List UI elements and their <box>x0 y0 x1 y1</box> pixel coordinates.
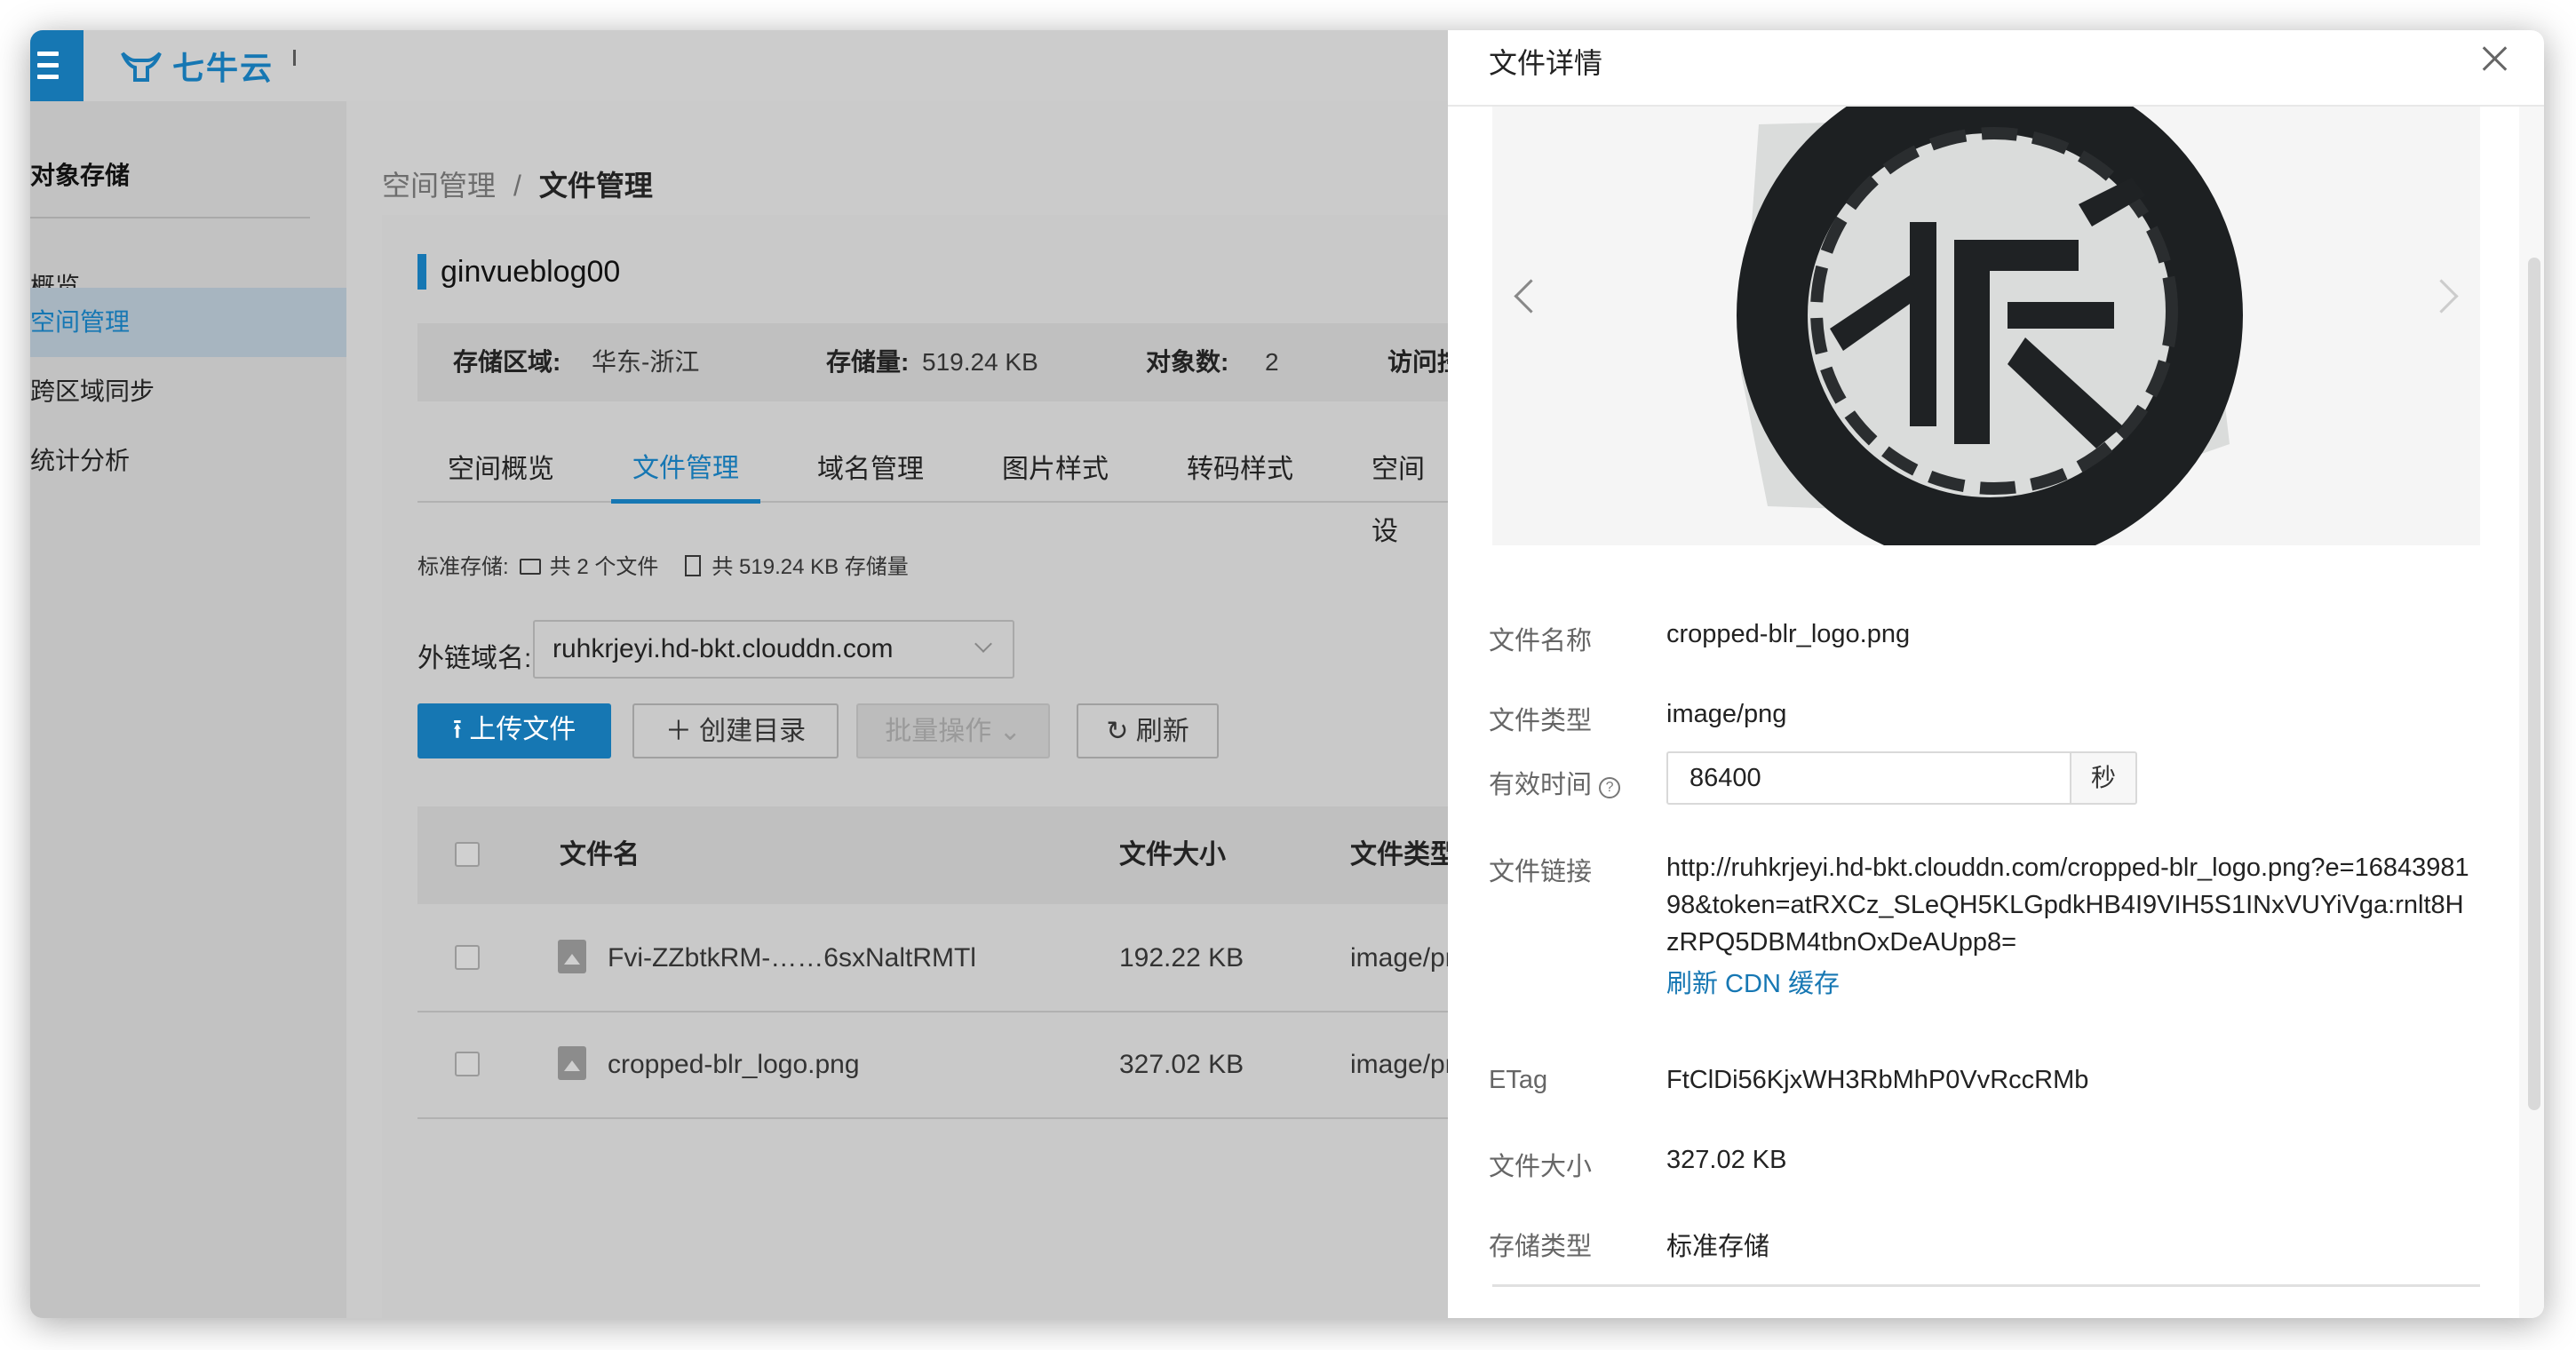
tab-image-styles[interactable]: 图片样式 <box>981 439 1130 501</box>
chevron-down-icon: ⌄ <box>991 717 1022 746</box>
storage-type-value: 标准存储 <box>1666 1233 1770 1261</box>
sidebar-item-cross-region-sync[interactable]: 跨区域同步 <box>30 357 346 426</box>
folder-icon <box>519 559 541 575</box>
refresh-button[interactable]: ↻ 刷新 <box>1077 703 1219 758</box>
refresh-cdn-cache-link[interactable]: 刷新 CDN 缓存 <box>1666 963 1840 1000</box>
sidebar-item-statistics[interactable]: 统计分析 <box>30 426 346 496</box>
ttl-label-text: 有效时间 <box>1489 771 1593 799</box>
drawer-title: 文件详情 <box>1489 47 1603 79</box>
storage-value: 519.24 KB <box>922 348 1038 376</box>
image-file-icon <box>558 1046 586 1080</box>
breadcrumb-separator: / <box>513 170 521 202</box>
row-filesize: 192.22 KB <box>1119 943 1244 973</box>
file-type-label: 文件类型 <box>1489 707 1593 735</box>
storage-icon <box>685 555 702 576</box>
table-row[interactable]: Fvi-ZZbtkRM-……6sxNaltRMTl 192.22 KB imag… <box>417 906 1475 1012</box>
header-filetype: 文件类型 <box>1350 840 1457 870</box>
bucket-tabs: 空间概览 文件管理 域名管理 图片样式 转码样式 空间设 <box>417 439 1448 546</box>
row-filesize: 327.02 KB <box>1119 1050 1244 1079</box>
breadcrumb-parent[interactable]: 空间管理 <box>382 170 496 202</box>
region-label: 存储区域: <box>453 348 561 376</box>
upload-icon: ⭱ <box>452 715 470 744</box>
ttl-input[interactable]: 86400 <box>1666 751 2071 805</box>
header-filesize: 文件大小 <box>1119 840 1226 870</box>
file-link-value[interactable]: http://ruhkrjeyi.hd-bkt.clouddn.com/crop… <box>1666 849 2475 961</box>
objects-label: 对象数: <box>1146 348 1229 376</box>
menu-icon[interactable] <box>30 30 83 101</box>
create-directory-label: 创建目录 <box>699 717 807 746</box>
file-table-header: 文件名 文件大小 文件类型 <box>417 806 1457 904</box>
ttl-unit: 秒 <box>2070 751 2137 805</box>
file-type-value: image/png <box>1666 700 1787 728</box>
scrollbar-thumb[interactable] <box>2528 258 2540 1110</box>
objects-value: 2 <box>1265 348 1279 376</box>
row-checkbox[interactable] <box>455 945 480 970</box>
domain-select-value: ruhkrjeyi.hd-bkt.clouddn.com <box>553 634 894 663</box>
breadcrumb: 空间管理 / 文件管理 <box>382 163 653 204</box>
batch-operation-label: 批量操作 <box>885 717 992 746</box>
tab-transcode-styles[interactable]: 转码样式 <box>1165 439 1315 501</box>
sidebar-item-bucket-management[interactable]: 空间管理 <box>30 288 346 357</box>
brand-logo[interactable]: 七牛云 <box>119 30 274 101</box>
storage-type-label: 存储类型 <box>1489 1233 1593 1261</box>
tab-bucket-overview[interactable]: 空间概览 <box>426 439 576 501</box>
plus-icon: ＋ <box>664 717 700 746</box>
create-directory-button[interactable]: ＋ 创建目录 <box>632 703 839 758</box>
file-size-value: 327.02 KB <box>1666 1146 1787 1174</box>
batch-operation-button[interactable]: 批量操作 ⌄ <box>856 703 1050 758</box>
stats-file-count: 共 2 个文件 <box>549 555 659 579</box>
sidebar-divider <box>30 217 310 218</box>
help-icon[interactable]: ? <box>1599 777 1621 798</box>
file-link-label: 文件链接 <box>1489 858 1593 886</box>
storage-stats: 标准存储: 共 2 个文件 共 519.24 KB 存储量 <box>417 549 909 580</box>
table-row[interactable]: cropped-blr_logo.png 327.02 KB image/png <box>417 1012 1475 1119</box>
drawer-divider <box>1492 1284 2480 1287</box>
stats-prefix: 标准存储: <box>417 555 509 579</box>
tab-domain-management[interactable]: 域名管理 <box>796 439 945 501</box>
image-file-icon <box>558 940 586 973</box>
image-preview <box>1492 107 2480 545</box>
breadcrumb-current: 文件管理 <box>538 170 653 202</box>
sidebar-title: 对象存储 <box>30 162 131 189</box>
stats-size: 共 519.24 KB 存储量 <box>712 555 909 579</box>
region-value: 华东-浙江 <box>592 348 700 376</box>
bucket-card: ginvueblog00 存储区域: 华东-浙江 存储量: 519.24 KB … <box>382 215 1475 1318</box>
domain-label: 外链域名: <box>417 644 532 673</box>
bucket-title-accent <box>417 254 426 290</box>
tab-file-management[interactable]: 文件管理 <box>611 439 760 504</box>
bucket-name: ginvueblog00 <box>441 255 621 289</box>
brand-name: 七牛云 <box>172 50 274 86</box>
file-detail-drawer: 文件详情 文件名称 cropped-blr_logo.png 文件类型 imag… <box>1448 30 2544 1318</box>
domain-select[interactable]: ruhkrjeyi.hd-bkt.clouddn.com <box>533 620 1014 679</box>
tab-bucket-settings[interactable]: 空间设 <box>1350 439 1448 563</box>
row-checkbox[interactable] <box>455 1052 480 1076</box>
logo-preview-image <box>1737 107 2243 545</box>
select-all-checkbox[interactable] <box>455 842 480 867</box>
file-size-label: 文件大小 <box>1489 1153 1593 1181</box>
row-filename[interactable]: cropped-blr_logo.png <box>608 1012 860 1117</box>
main-content: 空间管理 / 文件管理 ginvueblog00 存储区域: 华东-浙江 存储量: … <box>346 101 1475 1318</box>
bucket-info-bar: 存储区域: 华东-浙江 存储量: 519.24 KB 对象数: 2 访问控 <box>417 323 1462 401</box>
drawer-scrollbar[interactable] <box>2519 107 2544 1318</box>
file-name-label: 文件名称 <box>1489 627 1593 655</box>
app-window: 七牛云 对象存储 概览 空间管理 跨区域同步 统计分析 空间管理 / 文件管理 gi… <box>30 30 2544 1318</box>
row-filename[interactable]: Fvi-ZZbtkRM-……6sxNaltRMTl <box>608 906 976 1011</box>
etag-value: FtClDi56KjxWH3RbMhP0VvRccRMb <box>1666 1066 2089 1094</box>
chevron-down-icon <box>974 635 992 653</box>
top-bar: 七牛云 <box>30 30 1448 101</box>
bull-logo-icon <box>121 52 162 82</box>
upload-button-label: 上传文件 <box>469 715 576 744</box>
storage-label: 存储量: <box>826 348 910 376</box>
drawer-header: 文件详情 <box>1448 30 2544 107</box>
refresh-button-label: 刷新 <box>1135 717 1189 746</box>
upload-button[interactable]: ⭱ 上传文件 <box>417 703 611 758</box>
ttl-label: 有效时间? <box>1489 764 1621 801</box>
etag-label: ETag <box>1489 1066 1548 1094</box>
refresh-icon: ↻ <box>1106 717 1136 746</box>
header-filename: 文件名 <box>560 840 640 870</box>
close-icon[interactable] <box>2477 41 2512 76</box>
file-name-value: cropped-blr_logo.png <box>1666 620 1911 648</box>
topbar-divider <box>293 50 296 66</box>
sidebar: 对象存储 概览 空间管理 跨区域同步 统计分析 <box>30 101 346 1318</box>
